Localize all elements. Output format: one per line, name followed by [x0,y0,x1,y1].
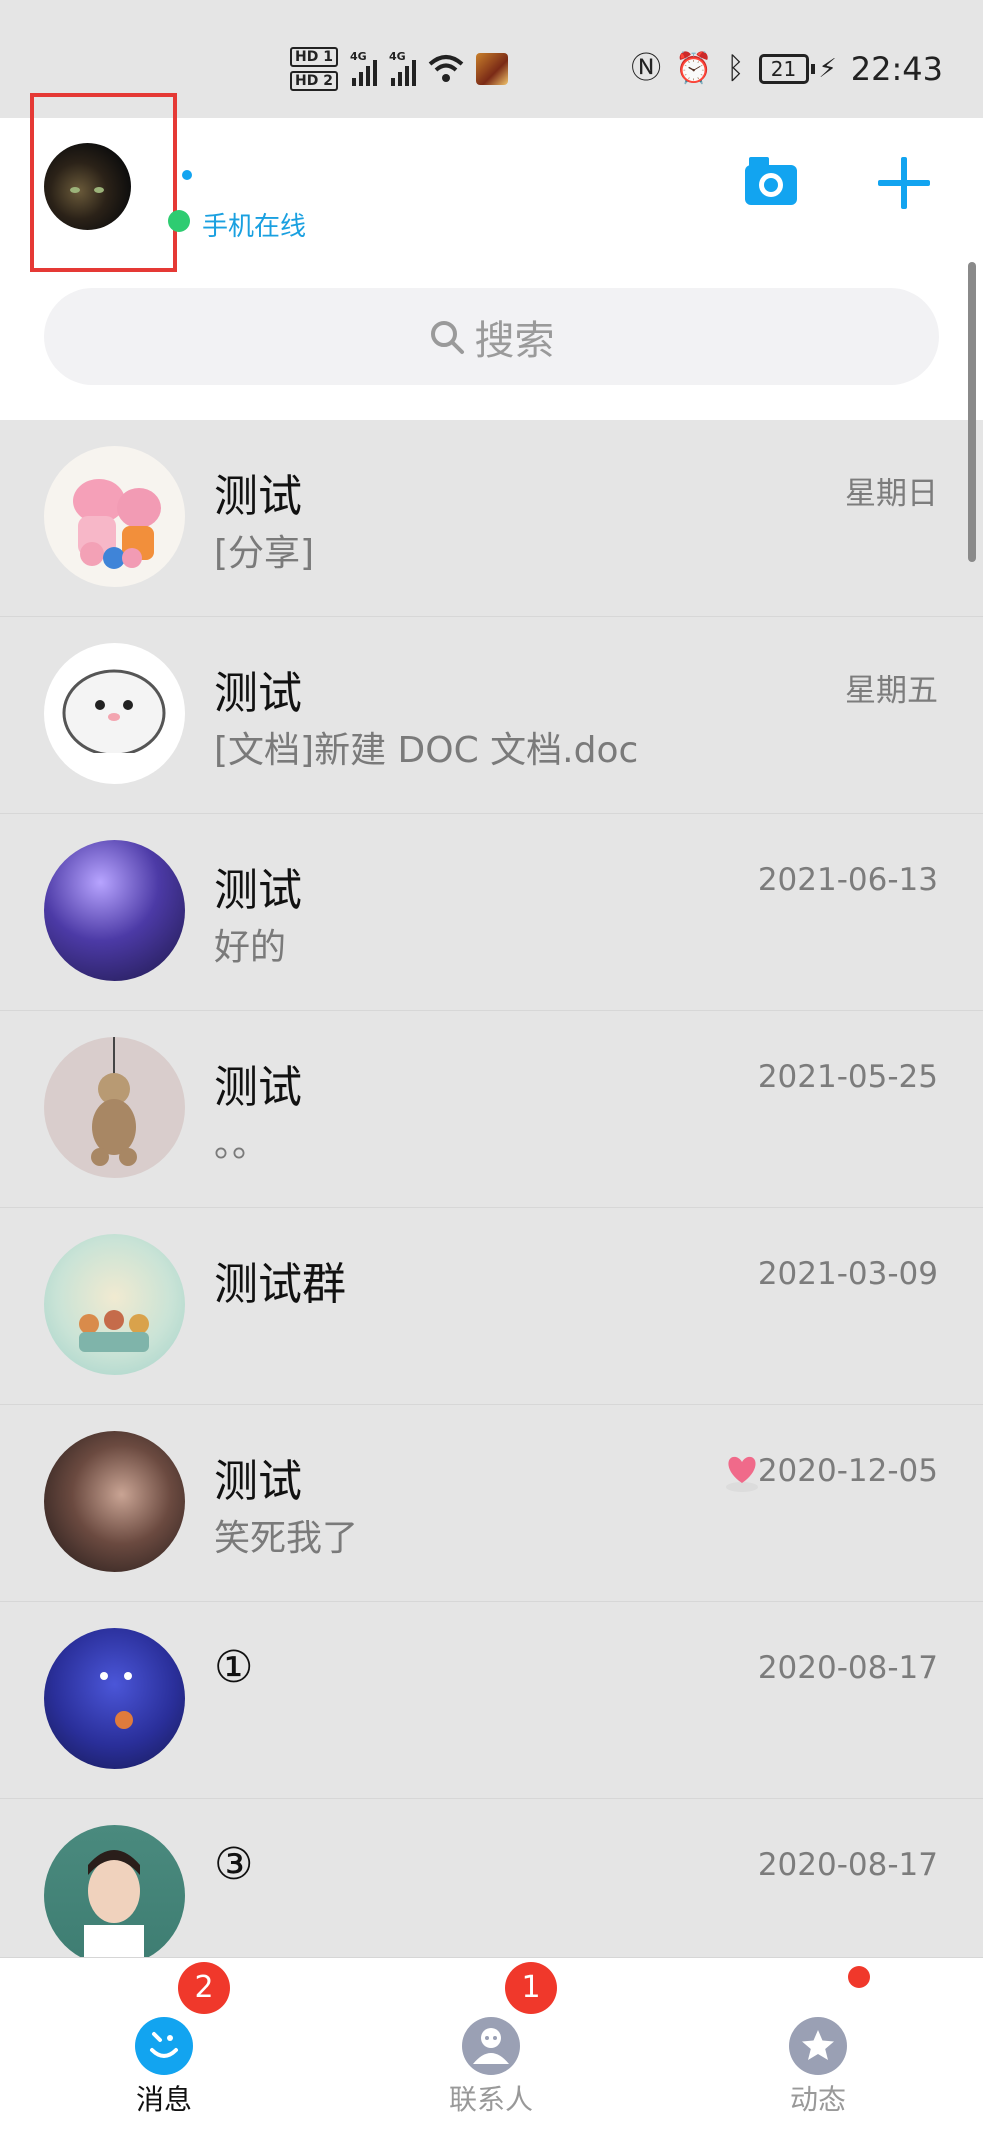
sim1-label: HD 1 [290,47,338,67]
tab-contacts-label: 联系人 [448,2083,533,2116]
nfc-icon: Ⓝ [631,51,662,86]
chat-time: 2020-08-17 [757,1847,938,1883]
scrollbar[interactable] [968,262,976,562]
tab-contacts[interactable]: 联系人 1 [391,1958,591,2130]
online-status-dot [168,210,190,232]
chat-preview: [文档]新建 DOC 文档.doc [214,730,639,771]
search-placeholder: 搜索 [474,317,555,364]
battery-level: 21 [758,54,809,84]
search-input[interactable]: 搜索 [44,288,939,385]
chat-name: 测试 [214,471,302,522]
tab-messages-label: 消息 [135,2083,192,2116]
message-icon [135,2017,193,2075]
chat-time: 2020-08-17 [757,1650,938,1686]
chat-item[interactable]: 测试 [文档]新建 DOC 文档.doc 星期五 [0,617,983,814]
tab-moments[interactable]: 动态 [718,1958,918,2130]
tab-messages[interactable]: 消息 2 [64,1958,264,2130]
chat-item[interactable]: 测试 。。 2021-05-25 [0,1011,983,1208]
chat-preview: 好的 [214,927,287,968]
contacts-badge: 1 [505,1962,557,2014]
bottom-nav: 消息 2 联系人 1 动态 [0,1957,983,2130]
chat-avatar [44,1628,185,1769]
chat-avatar [44,840,185,981]
chat-name: ① [214,1642,254,1693]
chat-preview: [分享] [214,533,315,574]
online-status-text[interactable]: 手机在线 [202,206,306,243]
chat-time: 星期五 [845,673,938,709]
camera-button[interactable] [743,153,799,209]
charging-icon: ⚡ [818,54,837,84]
messages-badge: 2 [178,1962,230,2014]
sim2-label: HD 2 [290,71,338,91]
star-icon [789,2017,847,2075]
chat-preview: 笑死我了 [214,1518,359,1559]
chat-name: 测试 [214,668,302,719]
add-button[interactable] [876,155,932,211]
chat-avatar [44,1234,185,1375]
bluetooth-icon: ᛒ [726,51,745,86]
game-notification-icon [475,53,508,85]
signal-2-icon: 4G [389,50,416,86]
wifi-icon [428,55,464,82]
moments-red-dot [848,1966,870,1988]
profile-avatar[interactable] [44,143,131,230]
chat-name: 测试 [214,865,302,916]
chat-avatar [44,643,185,784]
chat-item[interactable]: 测试 [分享] 星期日 [0,420,983,617]
status-left: HD 1 HD 2 4G 4G [290,42,508,96]
chat-item[interactable]: ① 2020-08-17 [0,1602,983,1799]
chat-time: 2021-03-09 [757,1256,938,1292]
chat-name: 测试群 [214,1259,346,1310]
tab-moments-label: 动态 [789,2083,846,2116]
chat-time: 2021-05-25 [757,1059,938,1095]
clock: 22:43 [850,50,943,88]
chat-avatar [44,1825,185,1966]
chat-preview: 。。 [214,1124,269,1165]
chat-item[interactable]: 测试群 2021-03-09 [0,1208,983,1405]
contacts-icon [462,2017,520,2075]
chat-avatar [44,1037,185,1178]
sim-indicators: HD 1 HD 2 [290,47,338,91]
chat-time: 2020-12-05 [757,1453,938,1489]
nickname-dot [182,170,192,180]
alarm-icon: ⏰ [675,51,713,86]
battery-icon: 21 ⚡ [758,54,837,84]
chat-time: 2021-06-13 [757,862,938,898]
chat-time: 星期日 [845,476,938,512]
chat-item[interactable]: 测试 好的 2021-06-13 [0,814,983,1011]
chat-name: 测试 [214,1456,302,1507]
chat-name: 测试 [214,1062,302,1113]
search-icon [430,320,464,354]
chat-avatar [44,446,185,587]
status-right: Ⓝ ⏰ ᛒ 21 ⚡ 22:43 [631,48,943,90]
chat-name: ③ [214,1839,254,1890]
chat-item[interactable]: 测试 笑死我了 2020-12-05 [0,1405,983,1602]
signal-1-icon: 4G [350,50,377,86]
chat-avatar [44,1431,185,1572]
